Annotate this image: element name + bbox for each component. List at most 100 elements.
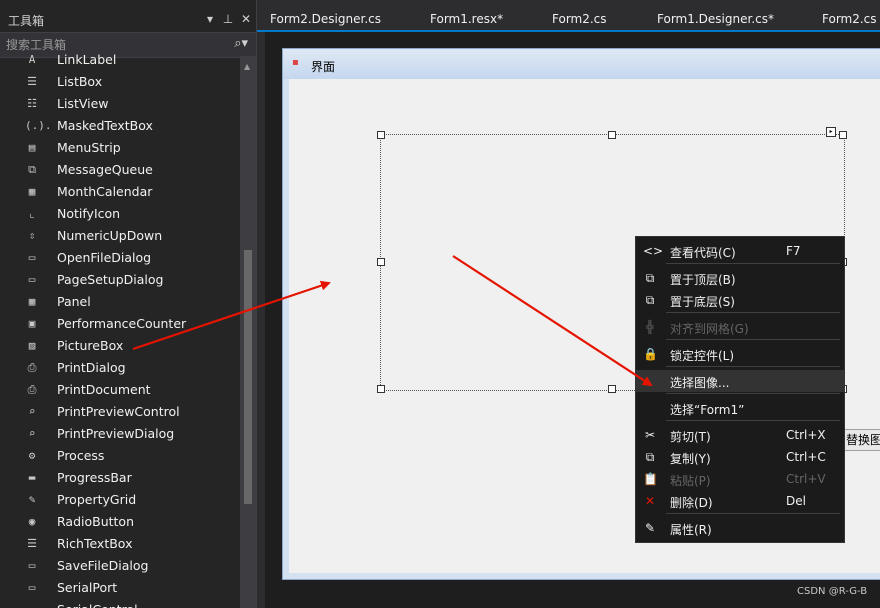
context-menu-item: 📋 粘贴(P) Ctrl+V: [636, 468, 844, 490]
toolbox-item[interactable]: ▭ SerialPort: [0, 577, 240, 599]
toolbox-item[interactable]: ⎙ PrintDialog: [0, 357, 240, 379]
context-menu-item[interactable]: 🔒 锁定控件(L): [636, 343, 844, 365]
smart-tag-icon[interactable]: ▸: [826, 127, 836, 137]
control-icon: ◉: [28, 515, 36, 528]
menu-item-icon: [643, 374, 657, 388]
document-tab[interactable]: Form2.cs: [822, 12, 877, 26]
toolbox-item[interactable]: ▦ MonthCalendar: [0, 181, 240, 203]
context-menu-item[interactable]: ✕ 删除(D) Del: [636, 490, 844, 512]
scrollbar-thumb[interactable]: [244, 250, 252, 504]
toolbox-item[interactable]: ⚙ Process: [0, 445, 240, 467]
control-icon: ▭: [28, 273, 36, 286]
scroll-up-icon[interactable]: ▲: [244, 62, 250, 71]
control-icon: ☷: [27, 97, 37, 110]
context-menu-item[interactable]: ⧉ 复制(Y) Ctrl+C: [636, 446, 844, 468]
toolbox-item[interactable]: ▨ PictureBox: [0, 335, 240, 357]
menu-separator: [666, 513, 840, 514]
toolbox-item[interactable]: ▭ OpenFileDialog: [0, 247, 240, 269]
control-icon: ⇳: [28, 229, 36, 242]
menu-item-icon: <>: [643, 244, 664, 258]
menu-item-shortcut: Ctrl+C: [786, 450, 826, 464]
toolbox-list: A LinkLabel ☰ ListBox ☷ ListView (.). MaskedTex…: [0, 52, 240, 608]
toolbox-item[interactable]: ⇳ NumericUpDown: [0, 225, 240, 247]
document-tabstrip: Form2.Designer.cs Form1.resx* Form2.cs Form…: [257, 8, 880, 30]
context-menu-item[interactable]: ⧉ 置于底层(S): [636, 289, 844, 311]
toolbox-item[interactable]: A LinkLabel: [0, 52, 240, 71]
menu-item-label: 选择图像...: [670, 376, 730, 390]
toolbox-item[interactable]: ▣ PerformanceCounter: [0, 313, 240, 335]
toolbox-item-label: Panel: [57, 294, 91, 309]
context-menu: <> 查看代码(C) F7 ⧉ 置于顶层(B) ⧉ 置于底层(S) ╬ 对齐到网格(G) 🔒 锁定控…: [635, 236, 845, 543]
menu-item-icon: [643, 401, 657, 415]
menu-item-icon: ⧉: [645, 293, 655, 307]
context-menu-item[interactable]: <> 查看代码(C) F7: [636, 240, 844, 262]
control-icon: ▭: [28, 559, 36, 572]
watermark: CSDN @R-G-B: [797, 586, 868, 597]
control-icon: ▭: [28, 251, 36, 264]
control-icon: ▣: [28, 317, 36, 330]
search-icon[interactable]: ⌕▾: [234, 36, 248, 51]
control-icon: ▦: [28, 185, 36, 198]
control-icon: ⎙: [27, 383, 37, 396]
toolbox-item-label: PropertyGrid: [57, 492, 137, 507]
toolbox-item[interactable]: ⧉ MessageQueue: [0, 159, 240, 181]
toolbox-item[interactable]: ✎ PropertyGrid: [0, 489, 240, 511]
menu-item-icon: ✎: [644, 521, 656, 535]
menu-item-shortcut: Ctrl+V: [786, 472, 826, 486]
toolbox-item[interactable]: ☷ ListView: [0, 93, 240, 115]
toolbox-item-label: MenuStrip: [57, 140, 121, 155]
menu-item-label: 选择“Form1”: [670, 403, 745, 417]
toolbox-item-label: ProgressBar: [57, 470, 132, 485]
toolbox-item-label: MaskedTextBox: [57, 118, 153, 133]
toolbox-item-label: RadioButton: [57, 514, 134, 529]
toolbox-item[interactable]: ⌕ PrintPreviewDialog: [0, 423, 240, 445]
resize-handle[interactable]: [377, 385, 385, 393]
toolbox-item[interactable]: ▭ SaveFileDialog: [0, 555, 240, 577]
document-tab[interactable]: Form1.Designer.cs*: [657, 12, 774, 26]
menu-item-shortcut: Del: [786, 494, 806, 508]
pin-icon[interactable]: ⊥: [222, 12, 234, 26]
control-icon: A: [28, 53, 36, 66]
context-menu-item[interactable]: 选择图像...: [636, 370, 844, 392]
replace-image-button[interactable]: 替换图片: [843, 429, 880, 451]
resize-handle[interactable]: [839, 131, 847, 139]
context-menu-item[interactable]: ✎ 属性(R): [636, 517, 844, 539]
control-icon: ▨: [28, 339, 36, 352]
document-tab[interactable]: Form1.resx*: [430, 12, 503, 26]
menu-item-icon: ✂: [644, 428, 656, 442]
toolbox-item[interactable]: ▦ Panel: [0, 291, 240, 313]
toolbox-item[interactable]: ☰ ListBox: [0, 71, 240, 93]
toolbox-scrollbar[interactable]: ▲: [240, 56, 256, 608]
toolbox-item-label: PrintPreviewDialog: [57, 426, 175, 441]
context-menu-item[interactable]: 选择“Form1”: [636, 397, 844, 419]
menu-item-icon: 🔒: [643, 347, 658, 361]
toolbox-item[interactable]: ☰ RichTextBox: [0, 533, 240, 555]
document-tab[interactable]: Form2.Designer.cs: [270, 12, 381, 26]
toolbox-item-label: PrintDocument: [57, 382, 151, 397]
control-icon: ⌕: [28, 405, 36, 418]
dropdown-icon[interactable]: ▾: [204, 12, 216, 26]
toolbox-item[interactable]: ◉ RadioButton: [0, 511, 240, 533]
form-icon: ▪: [292, 57, 299, 68]
menu-item-icon: 📋: [643, 472, 658, 486]
toolbox-item[interactable]: ⌕ PrintPreviewControl: [0, 401, 240, 423]
control-icon: ☰: [27, 75, 37, 88]
toolbox-item[interactable]: (.). MaskedTextBox: [0, 115, 240, 137]
context-menu-item[interactable]: ⧉ 置于顶层(B): [636, 267, 844, 289]
menu-item-label: 粘贴(P): [670, 474, 711, 488]
toolbox-item-label: NotifyIcon: [57, 206, 121, 221]
close-icon[interactable]: ✕: [240, 12, 252, 26]
toolbox-item[interactable]: ⎙ PrintDocument: [0, 379, 240, 401]
toolbox-item[interactable]: ▤ MenuStrip: [0, 137, 240, 159]
toolbox-item[interactable]: ⌞ NotifyIcon: [0, 203, 240, 225]
context-menu-item[interactable]: ✂ 剪切(T) Ctrl+X: [636, 424, 844, 446]
toolbox-item[interactable]: ▬ ProgressBar: [0, 467, 240, 489]
menu-item-shortcut: F7: [786, 244, 801, 258]
resize-handle[interactable]: [608, 131, 616, 139]
document-tab[interactable]: Form2.cs: [552, 12, 607, 26]
toolbox-item[interactable]: ▭ SerialControl: [0, 599, 240, 608]
resize-handle[interactable]: [377, 131, 385, 139]
resize-handle[interactable]: [377, 258, 385, 266]
resize-handle[interactable]: [608, 385, 616, 393]
toolbox-item[interactable]: ▭ PageSetupDialog: [0, 269, 240, 291]
